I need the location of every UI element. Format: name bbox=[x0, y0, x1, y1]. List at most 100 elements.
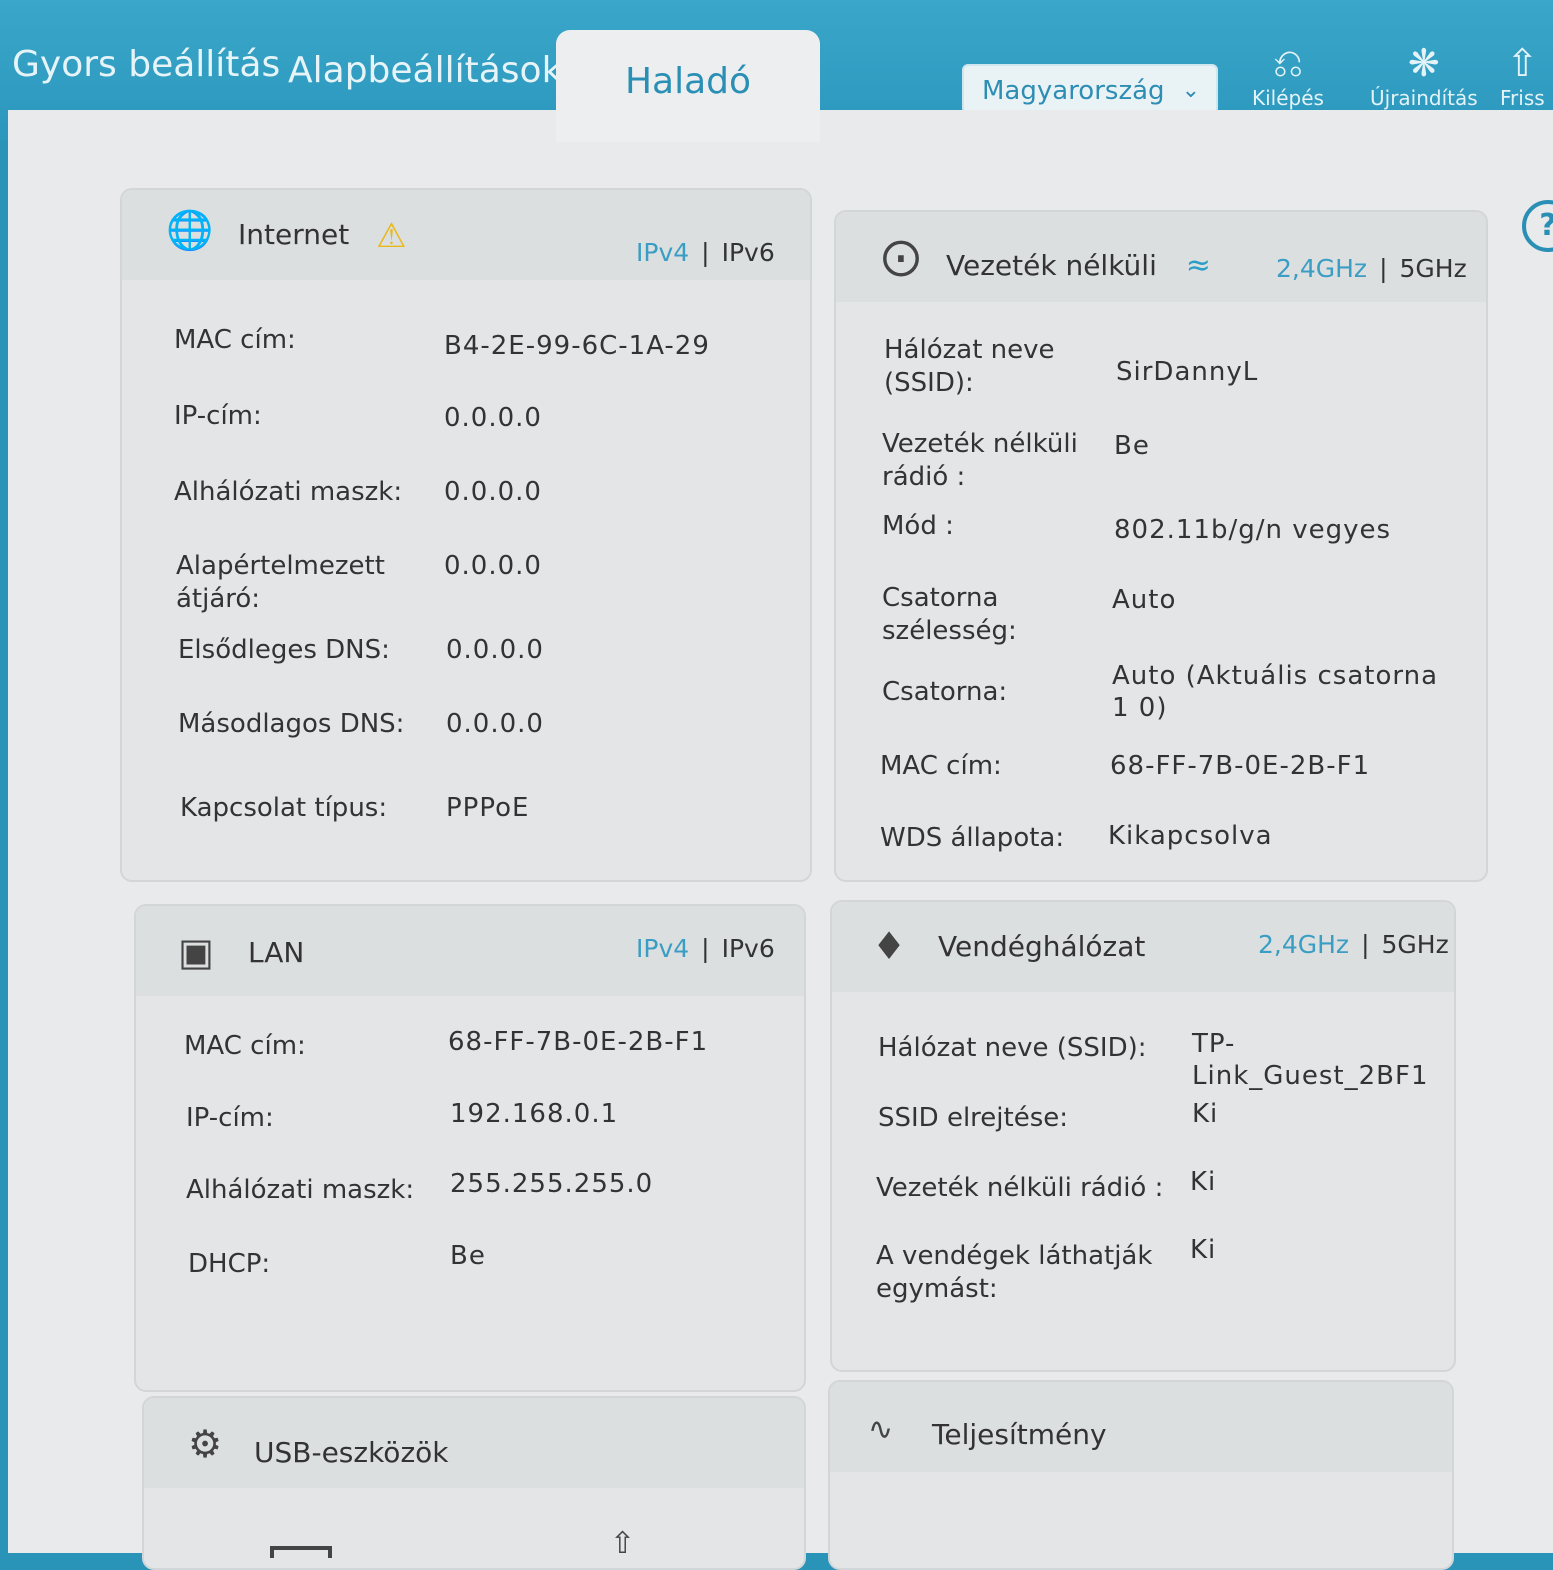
lan-value-subnet: 255.255.255.0 bbox=[450, 1169, 654, 1199]
internet-value-dns2: 0.0.0.0 bbox=[446, 709, 544, 739]
wireless-title: Vezeték nélküli bbox=[946, 249, 1157, 282]
lan-ipv6-tab[interactable]: IPv6 bbox=[722, 934, 775, 963]
guest-value-isolation: Ki bbox=[1190, 1235, 1217, 1265]
wireless-card: ⨀ Vezeték nélküli ≈ 2,4GHz | 5GHz Hálózat … bbox=[834, 210, 1488, 882]
refresh-icon: ⇧ bbox=[1506, 41, 1539, 85]
performance-card: ∿ Teljesítmény bbox=[828, 1380, 1454, 1570]
internet-label-ip: IP-cím: bbox=[174, 401, 262, 431]
performance-title: Teljesítmény bbox=[932, 1418, 1107, 1451]
guest-label-radio: Vezeték nélküli rádió : bbox=[876, 1173, 1164, 1203]
wireless-label-mac: MAC cím: bbox=[880, 751, 1002, 781]
lan-label-subnet: Alhálózati maszk: bbox=[186, 1175, 415, 1205]
lan-card-header: ▣ LAN IPv4 | IPv6 bbox=[136, 906, 804, 996]
lan-switch-separator: | bbox=[701, 934, 710, 963]
usb-devices-card: ⚙ USB-eszközök ⇧ bbox=[142, 1396, 806, 1570]
guest-switch-separator: | bbox=[1361, 930, 1370, 959]
internet-ipv4-tab[interactable]: IPv4 bbox=[636, 238, 689, 267]
internet-card-header: 🌐 Internet ⚠ IPv4 | IPv6 bbox=[122, 190, 810, 280]
guest-title: Vendéghálózat bbox=[938, 930, 1146, 963]
region-selected-value: Magyarország bbox=[982, 76, 1165, 106]
internet-value-subnet: 0.0.0.0 bbox=[444, 477, 542, 507]
guest-5ghz-tab[interactable]: 5GHz bbox=[1382, 930, 1449, 959]
wireless-title-wrap: Vezeték nélküli ≈ bbox=[946, 248, 1211, 283]
internet-label-gateway: Alapértelmezett átjáró: bbox=[176, 551, 385, 614]
wireless-24ghz-tab[interactable]: 2,4GHz bbox=[1276, 254, 1367, 283]
wireless-switch-separator: | bbox=[1379, 254, 1388, 283]
internet-title: Internet bbox=[238, 218, 350, 251]
guest-label-ssid: Hálózat neve (SSID): bbox=[878, 1033, 1147, 1063]
refresh-button[interactable]: ⇧ Friss bbox=[1500, 40, 1545, 110]
tab-basic-settings[interactable]: Alapbeállítások bbox=[288, 50, 562, 91]
internet-switch-separator: | bbox=[701, 238, 710, 267]
internet-value-dns1: 0.0.0.0 bbox=[446, 635, 544, 665]
wireless-label-mode: Mód : bbox=[882, 511, 954, 541]
internet-ip-switch: IPv4 | IPv6 bbox=[636, 238, 775, 267]
internet-label-mac: MAC cím: bbox=[174, 325, 296, 355]
wireless-5ghz-tab[interactable]: 5GHz bbox=[1400, 254, 1467, 283]
globe-icon: 🌐 bbox=[166, 208, 214, 252]
guest-label-isolation: A vendégek láthatják egymást: bbox=[876, 1241, 1153, 1304]
wireless-value-ssid: SirDannyL bbox=[1116, 357, 1259, 387]
tab-quick-setup[interactable]: Gyors beállítás bbox=[12, 44, 280, 85]
lan-value-mac: 68-FF-7B-0E-2B-F1 bbox=[448, 1027, 709, 1057]
internet-title-wrap: Internet ⚠ bbox=[238, 216, 407, 256]
wireless-band-switch: 2,4GHz | 5GHz bbox=[1276, 254, 1467, 283]
upload-icon: ⇧ bbox=[610, 1526, 636, 1561]
internet-label-dns1: Elsődleges DNS: bbox=[178, 635, 390, 665]
guest-value-ssid: TP-Link_Guest_2BF1 bbox=[1192, 1029, 1429, 1091]
refresh-label: Friss bbox=[1500, 86, 1545, 110]
guest-24ghz-tab[interactable]: 2,4GHz bbox=[1258, 930, 1349, 959]
wireless-value-radio: Be bbox=[1114, 431, 1150, 461]
usb-title: USB-eszközök bbox=[254, 1436, 449, 1469]
guest-users-icon: ♦ bbox=[872, 924, 907, 968]
lan-label-ip: IP-cím: bbox=[186, 1103, 274, 1133]
internet-value-gateway: 0.0.0.0 bbox=[444, 551, 542, 581]
guest-label-hide-ssid: SSID elrejtése: bbox=[878, 1103, 1069, 1133]
chevron-down-icon: ⌄ bbox=[1181, 78, 1200, 103]
internet-value-conn-type: PPPoE bbox=[446, 793, 530, 823]
lan-ip-switch: IPv4 | IPv6 bbox=[636, 934, 775, 963]
internet-label-conn-type: Kapcsolat típus: bbox=[180, 793, 388, 823]
usb-card-header: ⚙ USB-eszközök bbox=[144, 1398, 804, 1488]
lan-title: LAN bbox=[248, 936, 305, 969]
lan-card: ▣ LAN IPv4 | IPv6 MAC cím: 68-FF-7B-0E-2B-… bbox=[134, 904, 806, 1392]
pulse-icon: ∿ bbox=[868, 1412, 894, 1447]
internet-ipv6-tab[interactable]: IPv6 bbox=[722, 238, 775, 267]
wireless-signal-icon: ⨀ bbox=[882, 234, 920, 278]
lan-ipv4-tab[interactable]: IPv4 bbox=[636, 934, 689, 963]
usb-icon: ⚙ bbox=[188, 1422, 223, 1466]
internet-card: 🌐 Internet ⚠ IPv4 | IPv6 MAC cím: B4-2E-99… bbox=[120, 188, 812, 882]
wireless-label-wds: WDS állapota: bbox=[880, 823, 1065, 853]
wireless-card-header: ⨀ Vezeték nélküli ≈ 2,4GHz | 5GHz bbox=[836, 212, 1486, 302]
performance-card-header: ∿ Teljesítmény bbox=[830, 1382, 1452, 1472]
wireless-value-mode: 802.11b/g/n vegyes bbox=[1114, 515, 1392, 545]
logout-icon: ⎌ bbox=[1272, 41, 1304, 85]
reboot-button[interactable]: ❋ Újraindítás bbox=[1370, 40, 1478, 110]
tab-advanced[interactable]: Haladó bbox=[556, 30, 820, 142]
internet-label-dns2: Másodlagos DNS: bbox=[178, 709, 405, 739]
lan-value-dhcp: Be bbox=[450, 1241, 486, 1271]
internet-value-mac: B4-2E-99-6C-1A-29 bbox=[444, 331, 710, 361]
reboot-label: Újraindítás bbox=[1370, 86, 1478, 110]
wireless-label-ssid: Hálózat neve (SSID): bbox=[884, 335, 1055, 398]
wireless-label-width: Csatorna szélesség: bbox=[882, 583, 1017, 646]
lan-port-icon: ▣ bbox=[178, 930, 214, 974]
logout-label: Kilépés bbox=[1252, 86, 1324, 110]
guest-network-card: ♦ Vendéghálózat 2,4GHz | 5GHz Hálózat neve… bbox=[830, 900, 1456, 1372]
guest-value-radio: Ki bbox=[1190, 1167, 1217, 1197]
wireless-value-width: Auto bbox=[1112, 585, 1177, 615]
logout-button[interactable]: ⎌ Kilépés bbox=[1252, 40, 1324, 110]
guest-value-hide-ssid: Ki bbox=[1192, 1099, 1219, 1129]
warning-icon: ⚠ bbox=[376, 216, 407, 256]
lan-label-dhcp: DHCP: bbox=[188, 1249, 271, 1279]
usb-storage-icon bbox=[270, 1546, 332, 1558]
reboot-icon: ❋ bbox=[1407, 41, 1440, 85]
wireless-value-mac: 68-FF-7B-0E-2B-F1 bbox=[1110, 751, 1371, 781]
wireless-value-channel: Auto (Aktuális csatorna 1 0) bbox=[1112, 661, 1438, 723]
wifi-icon: ≈ bbox=[1185, 248, 1211, 283]
guest-band-switch: 2,4GHz | 5GHz bbox=[1258, 930, 1449, 959]
guest-card-header: ♦ Vendéghálózat 2,4GHz | 5GHz bbox=[832, 902, 1454, 992]
region-select[interactable]: Magyarország ⌄ bbox=[962, 64, 1218, 114]
internet-label-subnet: Alhálózati maszk: bbox=[174, 477, 403, 507]
wireless-label-radio: Vezeték nélküli rádió : bbox=[882, 429, 1078, 492]
